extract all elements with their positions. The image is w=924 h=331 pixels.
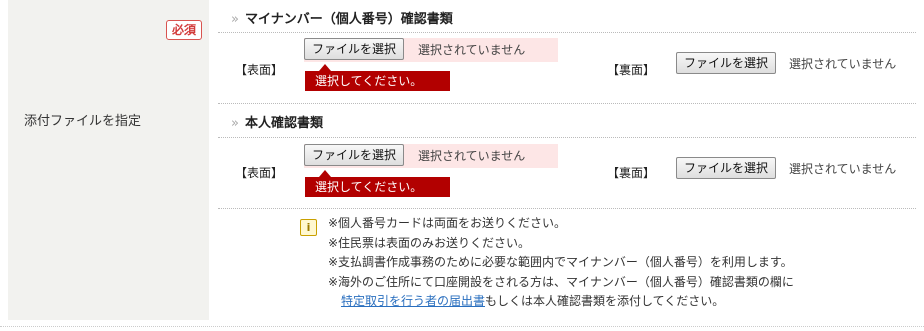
back-label: 【裏面】: [607, 166, 656, 180]
chevron-right-icon: »: [231, 12, 239, 27]
note-line: ※個人番号カードは両面をお送りください。: [328, 216, 567, 230]
field-label: 添付ファイルを指定: [24, 114, 142, 129]
chevron-right-icon: »: [231, 116, 239, 131]
divider: [218, 137, 916, 138]
front-file-input-mynumber[interactable]: ファイルを選択 選択されていません: [304, 38, 558, 62]
back-label: 【裏面】: [607, 63, 656, 77]
file-status: 選択されていません: [789, 57, 897, 71]
divider: [218, 208, 916, 209]
section-title-mynumber: » マイナンバー（個人番号）確認書類: [231, 8, 453, 27]
front-label: 【表面】: [235, 166, 284, 180]
front-label: 【表面】: [235, 63, 284, 77]
file-status: 選択されていません: [418, 149, 526, 163]
info-icon: i: [300, 219, 317, 236]
required-badge: 必須: [166, 20, 203, 40]
notes-block: ※個人番号カードは両面をお送りください。 ※住民票は表面のみお送りください。 ※…: [328, 214, 794, 312]
error-tooltip: 選択してください。: [305, 64, 450, 91]
divider: [0, 326, 924, 327]
choose-file-button[interactable]: ファイルを選択: [304, 38, 405, 60]
divider: [218, 32, 916, 33]
notification-form-link[interactable]: 特定取引を行う者の届出書: [341, 294, 485, 308]
file-status: 選択されていません: [789, 162, 897, 176]
field-label-cell: 必須 添付ファイルを指定: [8, 0, 209, 320]
front-file-input-identity[interactable]: ファイルを選択 選択されていません: [304, 144, 558, 168]
note-line: 特定取引を行う者の届出書もしくは本人確認書類を添付してください。: [328, 292, 794, 312]
note-line: ※海外のご住所にて口座開設をされる方は、マイナンバー（個人番号）確認書類の欄に: [328, 274, 794, 289]
section-title-text: マイナンバー（個人番号）確認書類: [244, 12, 453, 27]
back-file-input-identity[interactable]: ファイルを選択 選択されていません: [676, 157, 916, 181]
choose-file-button[interactable]: ファイルを選択: [304, 144, 405, 166]
note-text: もしくは本人確認書類を添付してください。: [485, 294, 725, 308]
choose-file-button[interactable]: ファイルを選択: [676, 157, 777, 179]
choose-file-button[interactable]: ファイルを選択: [676, 52, 777, 74]
note-line: ※住民票は表面のみお送りください。: [328, 235, 531, 250]
error-tooltip: 選択してください。: [305, 170, 450, 197]
back-file-input-mynumber[interactable]: ファイルを選択 選択されていません: [676, 52, 916, 76]
section-title-text: 本人確認書類: [244, 116, 323, 131]
file-status: 選択されていません: [418, 43, 526, 57]
note-line: ※支払調書作成事務のために必要な範囲内でマイナンバー（個人番号）を利用します。: [328, 255, 793, 269]
section-title-identity: » 本人確認書類: [231, 112, 323, 131]
divider: [218, 103, 916, 104]
